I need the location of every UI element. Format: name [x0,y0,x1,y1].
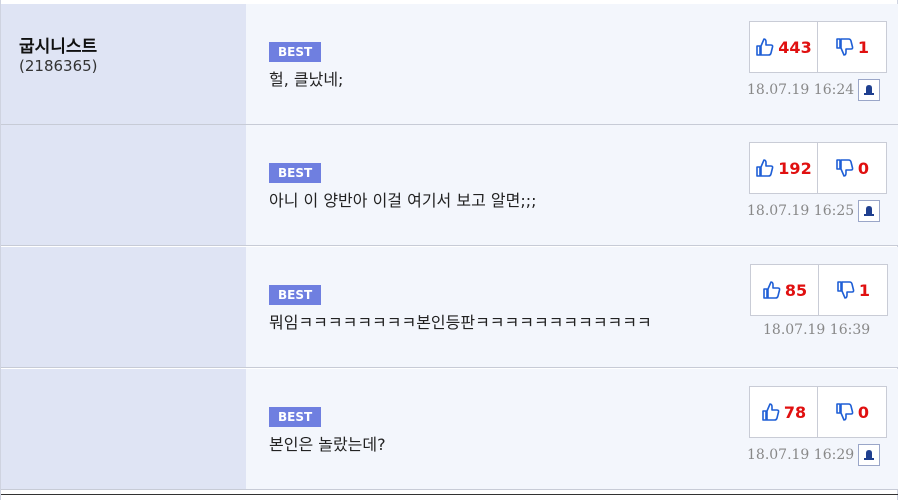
comment-body-cell: BEST 헐, 클났네; 443 1 18.07.19 16:24 [246,4,898,124]
thumbs-up-icon [756,159,774,177]
author-id: (2186365) [19,57,98,75]
comment-meta: 18.07.19 16:39 [763,322,870,338]
comment-author-cell [1,369,246,489]
downvote-count: 0 [857,402,870,422]
thumbs-up-icon [763,281,781,299]
vote-box: 85 1 [750,264,888,316]
comment-author-cell: 굽시니스트 (2186365) [1,4,246,124]
upvote-button[interactable]: 78 [750,387,818,437]
upvote-button[interactable]: 85 [751,265,819,315]
comment-meta: 18.07.19 16:25 [747,200,881,222]
thumbs-up-icon [762,403,780,421]
comment-body-cell: BEST 본인은 놀랐는데? 78 0 18.07.19 16:29 [246,369,898,489]
bell-icon [864,85,875,95]
comment-row: BEST 뭐임ㅋㅋㅋㅋㅋㅋㅋㅋ본인등판ㅋㅋㅋㅋㅋㅋㅋㅋㅋㅋㅋㅋ 85 1 18.… [1,247,898,368]
comment-date: 18.07.19 16:24 [747,82,855,98]
bell-icon [864,450,875,460]
comment-row: BEST 아니 이 양반아 이걸 여기서 보고 알면;;; 192 0 18.0… [1,125,898,246]
thumbs-down-icon [836,159,854,177]
best-badge: BEST [269,42,322,62]
comment-text: 본인은 놀랐는데? [269,435,386,454]
author-nickname[interactable]: 굽시니스트 [19,32,97,57]
comment-text: 뭐임ㅋㅋㅋㅋㅋㅋㅋㅋ본인등판ㅋㅋㅋㅋㅋㅋㅋㅋㅋㅋㅋㅋ [269,313,652,332]
comment-row: 굽시니스트 (2186365) BEST 헐, 클났네; 443 1 18.07… [1,4,898,125]
downvote-button[interactable]: 1 [819,265,887,315]
report-button[interactable] [858,444,881,466]
thumbs-up-icon [756,38,774,56]
best-badge: BEST [269,407,322,427]
bell-icon [864,206,875,216]
comment-text: 헐, 클났네; [269,70,344,89]
vote-box: 443 1 [749,21,887,73]
downvote-count: 0 [857,158,870,178]
comment-text: 아니 이 양반아 이걸 여기서 보고 알면;;; [269,191,537,210]
downvote-count: 1 [857,37,870,57]
comment-body-cell: BEST 뭐임ㅋㅋㅋㅋㅋㅋㅋㅋ본인등판ㅋㅋㅋㅋㅋㅋㅋㅋㅋㅋㅋㅋ 85 1 18.… [246,247,898,367]
vote-box: 78 0 [749,386,887,438]
downvote-button[interactable]: 0 [818,387,886,437]
best-badge: BEST [269,163,322,183]
comment-date: 18.07.19 16:39 [763,322,871,338]
divider [1,494,898,495]
upvote-count: 443 [778,37,812,57]
upvote-count: 85 [784,280,808,300]
comment-author-cell [1,125,246,245]
comment-date: 18.07.19 16:29 [747,447,855,463]
vote-box: 192 0 [749,142,887,194]
downvote-button[interactable]: 1 [818,22,886,72]
comment-meta: 18.07.19 16:29 [747,444,881,466]
comment-meta: 18.07.19 16:24 [747,79,881,101]
thumbs-down-icon [837,281,855,299]
report-button[interactable] [858,200,881,222]
thumbs-down-icon [836,38,854,56]
comment-list: 굽시니스트 (2186365) BEST 헐, 클났네; 443 1 18.07… [0,0,898,500]
comment-date: 18.07.19 16:25 [747,203,855,219]
upvote-count: 192 [778,158,812,178]
downvote-count: 1 [858,280,871,300]
upvote-count: 78 [783,402,807,422]
upvote-button[interactable]: 443 [750,22,818,72]
downvote-button[interactable]: 0 [818,143,886,193]
comment-body-cell: BEST 아니 이 양반아 이걸 여기서 보고 알면;;; 192 0 18.0… [246,125,898,245]
comment-row: BEST 본인은 놀랐는데? 78 0 18.07.19 16:29 [1,369,898,490]
upvote-button[interactable]: 192 [750,143,818,193]
best-badge: BEST [269,285,322,305]
report-button[interactable] [858,79,881,101]
thumbs-down-icon [836,403,854,421]
comment-author-cell [1,247,246,367]
